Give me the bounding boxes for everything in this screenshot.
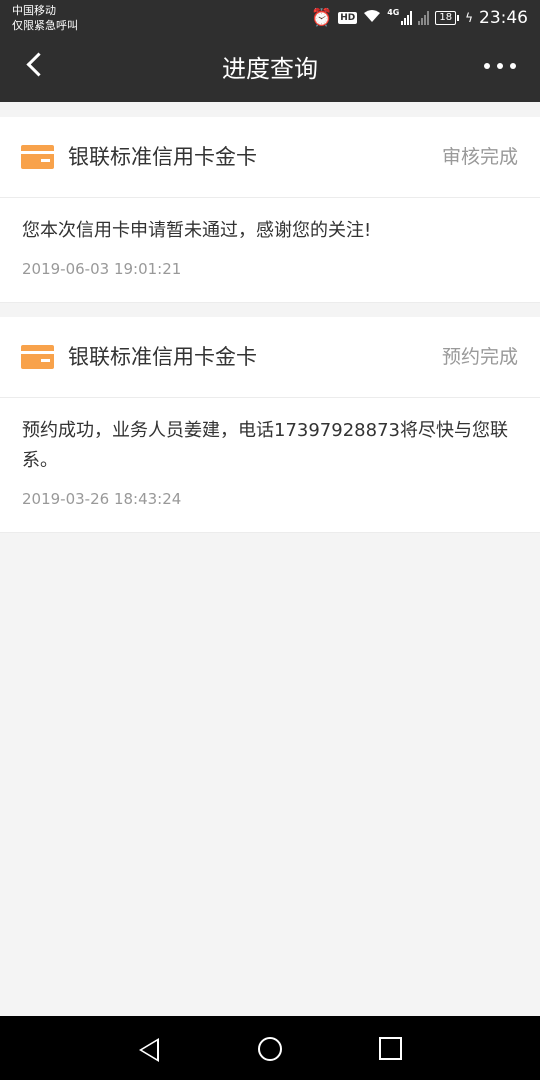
top-bar: 中国移动 仅限紧急呼叫 ⏰ HD 4G 18 ϟ 23:46 进度查询: [0, 0, 540, 102]
status-icons: ⏰ HD 4G 18 ϟ 23:46: [311, 6, 528, 30]
clock: 23:46: [479, 8, 528, 28]
more-options-button[interactable]: [484, 63, 516, 69]
record-header: 银联标准信用卡金卡 预约完成: [0, 317, 540, 398]
more-dots-icon: [484, 63, 490, 69]
card-product-name: 银联标准信用卡金卡: [68, 145, 257, 169]
record-time: 2019-03-26 18:43:24: [22, 490, 182, 508]
nav-recent-apps-icon[interactable]: [379, 1037, 402, 1060]
progress-record[interactable]: 银联标准信用卡金卡 预约完成 预约成功，业务人员姜建，电话17397928873…: [0, 317, 540, 533]
record-time: 2019-06-03 19:01:21: [22, 260, 182, 278]
carrier-info: 中国移动 仅限紧急呼叫: [12, 3, 78, 33]
signal-icon: [401, 11, 413, 25]
progress-record[interactable]: 银联标准信用卡金卡 审核完成 您本次信用卡申请暂未通过，感谢您的关注! 2019…: [0, 117, 540, 303]
card-product-name: 银联标准信用卡金卡: [68, 345, 257, 369]
app-bar: 进度查询: [0, 36, 540, 102]
system-navigation-bar: [0, 1016, 540, 1080]
nav-back-icon[interactable]: [139, 1038, 159, 1062]
wifi-icon: [363, 8, 381, 28]
battery-icon: 18: [435, 11, 460, 25]
progress-list: 银联标准信用卡金卡 审核完成 您本次信用卡申请暂未通过，感谢您的关注! 2019…: [0, 117, 540, 547]
record-message: 您本次信用卡申请暂未通过，感谢您的关注!: [22, 220, 372, 241]
alarm-icon: ⏰: [311, 8, 333, 28]
emergency-only-label: 仅限紧急呼叫: [12, 19, 78, 32]
hd-icon: HD: [338, 12, 358, 24]
nav-home-icon[interactable]: [258, 1037, 282, 1061]
status-label: 审核完成: [441, 146, 518, 168]
status-label: 预约完成: [441, 346, 518, 368]
credit-card-icon: [21, 145, 54, 169]
network-type-label: 4G: [387, 7, 400, 17]
carrier-name: 中国移动: [12, 4, 56, 17]
record-header: 银联标准信用卡金卡 审核完成: [0, 117, 540, 198]
credit-card-icon: [21, 345, 54, 369]
signal-no-sim-icon: [418, 11, 430, 25]
charging-icon: ϟ: [465, 11, 473, 25]
record-message: 预约成功，业务人员姜建，电话17397928873将尽快与您联系。: [22, 420, 508, 471]
record-body: 您本次信用卡申请暂未通过，感谢您的关注! 2019-06-03 19:01:21: [0, 198, 540, 302]
record-body: 预约成功，业务人员姜建，电话17397928873将尽快与您联系。 2019-0…: [0, 398, 540, 532]
status-bar: 中国移动 仅限紧急呼叫 ⏰ HD 4G 18 ϟ 23:46: [0, 0, 540, 36]
page-title: 进度查询: [222, 55, 318, 83]
battery-level: 18: [435, 11, 457, 25]
